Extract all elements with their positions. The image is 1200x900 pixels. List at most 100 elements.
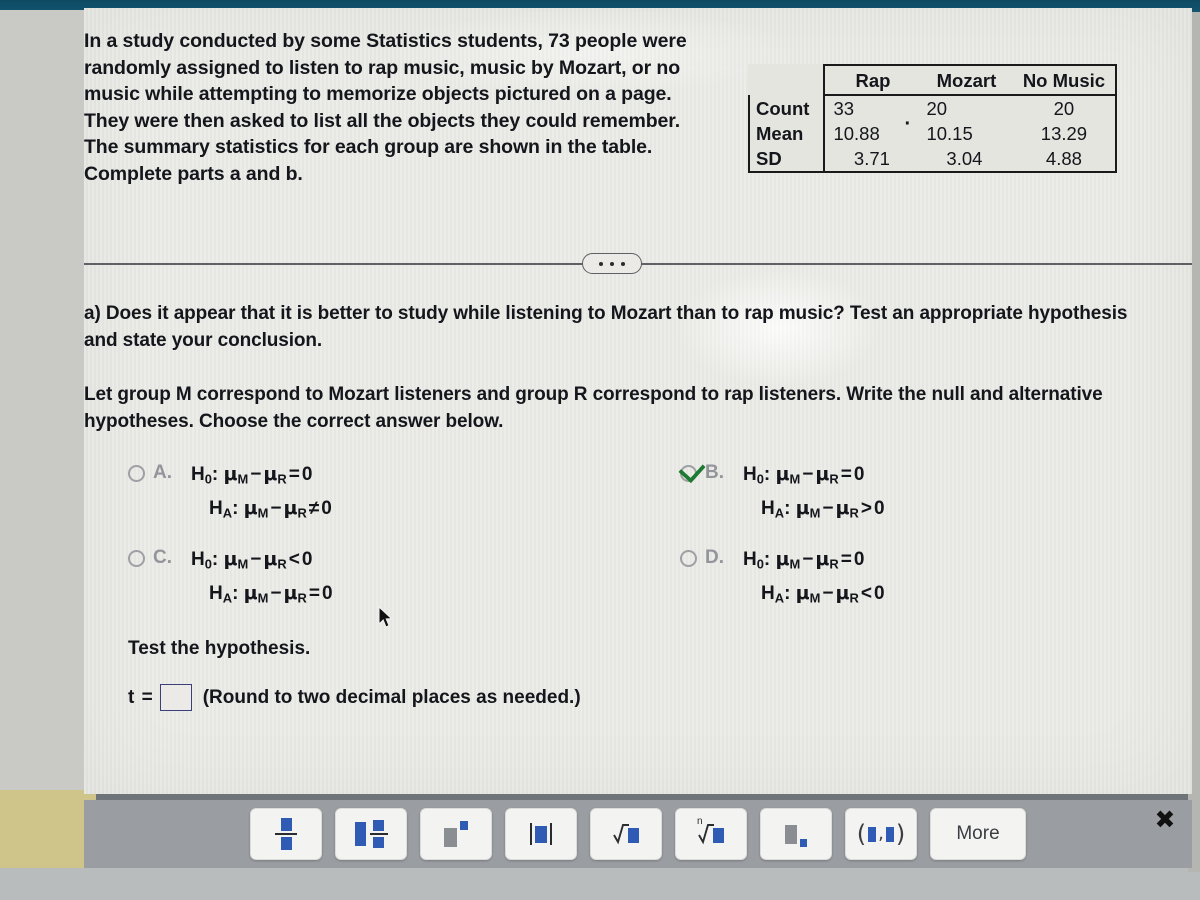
math-palette-band: n ( , ) More xyxy=(84,800,1192,868)
column-header-no-music: No Music xyxy=(1012,64,1118,96)
stem-line: They were then asked to list all the obj… xyxy=(84,109,681,132)
absolute-value-icon xyxy=(530,823,552,845)
cell-sd-no-music: 4.88 xyxy=(1012,146,1118,173)
table-header-row: Rap Mozart No Music xyxy=(749,64,1118,96)
choice-c-null: H0: μM − μR <0 xyxy=(191,548,313,572)
choice-option-d[interactable]: D. H0: μM − μR = 0 HA: μM − μR <0 xyxy=(680,545,1140,612)
cell-count-no-music: 20 xyxy=(1012,95,1118,121)
test-hypothesis-heading: Test the hypothesis. xyxy=(128,638,311,659)
choice-b-hypotheses: H0: μM − μR = 0 HA: μM − μR >0 xyxy=(743,460,885,527)
stem-line: music while attempting to memorize objec… xyxy=(84,83,672,105)
choice-row-top: A. H0: μM − μR = 0 HA: μM − μR ≠ 0 B. H0: μM − μR =… xyxy=(84,460,1192,527)
stem-line: In a study conducted by some Statistics … xyxy=(84,30,687,52)
radio-button-d[interactable] xyxy=(680,550,697,568)
cell-sd-mozart: 3.04 xyxy=(920,146,1013,173)
subscript-button[interactable] xyxy=(760,808,832,860)
radio-button-b[interactable] xyxy=(680,465,697,482)
t-statistic-row: t = (Round to two decimal places as need… xyxy=(128,684,581,711)
choice-option-a[interactable]: A. H0: μM − μR = 0 HA: μM − μR ≠ 0 xyxy=(84,460,680,527)
choice-letter-b: B. xyxy=(705,462,724,483)
choice-option-b[interactable]: B. H0: μM − μR = 0 HA: μM − μR >0 xyxy=(680,460,1140,527)
absolute-value-button[interactable] xyxy=(505,808,577,860)
column-header-rap: Rap xyxy=(823,64,921,96)
choice-d-alt: HA: μM − μR <0 xyxy=(761,581,885,606)
choice-c-alt: HA: μM − μR = 0 xyxy=(209,581,333,606)
ellipsis-dot xyxy=(599,261,603,266)
cell-sd-rap: 3.71 xyxy=(824,146,921,173)
fraction-button[interactable] xyxy=(250,808,322,860)
ordered-pair-icon: ( , ) xyxy=(856,820,906,848)
section-divider xyxy=(26,253,1192,275)
part-a-instruction-line2: hypotheses. Choose the correct answer be… xyxy=(84,411,504,432)
choice-row-bottom: C. H0: μM − μR <0 HA: μM − μR = 0 D. H0: μM − μR =… xyxy=(84,545,1192,612)
choice-a-null: H0: μM − μR = 0 xyxy=(191,463,313,487)
square-root-icon xyxy=(613,823,639,845)
rounding-note: (Round to two decimal places as needed.) xyxy=(202,686,581,708)
mouse-cursor xyxy=(378,605,394,635)
mixed-number-button[interactable] xyxy=(335,808,407,860)
choice-c-hypotheses: H0: μM − μR <0 HA: μM − μR = 0 xyxy=(191,545,333,612)
t-label: t = xyxy=(128,686,154,708)
fraction-icon xyxy=(275,818,297,850)
close-icon[interactable]: ✖ xyxy=(1152,806,1178,832)
exponent-button[interactable] xyxy=(420,808,492,860)
answer-choices: A. H0: μM − μR = 0 HA: μM − μR ≠ 0 B. H0: μM − μR =… xyxy=(84,460,1192,612)
radical-glyph xyxy=(613,824,629,845)
table-row-mean: Mean 10.88 10.15 13.29 xyxy=(747,121,1118,146)
table-row-count: Count 33 20 20 xyxy=(747,95,1118,136)
more-button[interactable]: More xyxy=(930,808,1026,860)
table-corner-cell xyxy=(749,65,824,95)
problem-statement: In a study conducted by some Statistics … xyxy=(40,28,700,187)
part-a-question-line2: and state your conclusion. xyxy=(84,330,323,351)
nth-root-button[interactable]: n xyxy=(675,808,747,860)
stem-line: Complete parts a and b. xyxy=(84,162,303,185)
cell-mean-mozart: 10.15 xyxy=(926,123,973,144)
choice-letter-a: A. xyxy=(153,462,172,483)
choice-b-alt: HA: μM − μR >0 xyxy=(761,496,885,521)
choice-d-hypotheses: H0: μM − μR = 0 HA: μM − μR <0 xyxy=(743,545,885,612)
more-button-label: More xyxy=(956,823,1000,844)
table-row-sd: SD 3.71 3.04 4.88 xyxy=(747,146,1118,173)
stem-line: The summary statistics for each group ar… xyxy=(84,136,653,158)
subscript-icon xyxy=(785,824,807,847)
stem-line: randomly assigned to listen to rap music… xyxy=(84,56,681,79)
row-label-mean: Mean xyxy=(747,121,826,146)
choice-letter-c: C. xyxy=(153,547,172,569)
desk-corner xyxy=(0,790,96,870)
row-label-count: Count xyxy=(747,95,826,121)
row-label-sd: SD xyxy=(747,146,826,173)
mixed-number-icon xyxy=(354,820,388,848)
choice-a-hypotheses: H0: μM − μR = 0 HA: μM − μR ≠ 0 xyxy=(191,460,332,527)
screen-bottom-edge xyxy=(0,868,1200,900)
math-palette-toolbar: n ( , ) More xyxy=(84,800,1192,868)
cell-count-mozart: 20 xyxy=(904,95,1012,136)
exponent-icon xyxy=(444,821,468,847)
choice-a-alt: HA: μM − μR ≠ 0 xyxy=(209,496,332,521)
photo-frame: In a study conducted by some Statistics … xyxy=(0,0,1200,900)
question-page: In a study conducted by some Statistics … xyxy=(84,8,1192,794)
summary-statistics-table: Rap Mozart No Music Count 33 20 20 Mean … xyxy=(747,64,1118,173)
nth-root-index: n xyxy=(697,816,703,827)
ellipsis-dot xyxy=(610,261,614,266)
column-header-mozart: Mozart xyxy=(920,64,1013,96)
part-a-instruction-line1: Let group M correspond to Mozart listene… xyxy=(84,384,1103,405)
page-content: In a study conducted by some Statistics … xyxy=(84,8,1192,794)
part-a-question-line1: a) Does it appear that it is better to s… xyxy=(84,303,1128,324)
nth-root-icon: n xyxy=(697,816,724,845)
radio-button-c[interactable] xyxy=(128,550,145,568)
t-value-input[interactable] xyxy=(159,684,192,711)
expand-ellipsis-button[interactable] xyxy=(582,253,642,274)
ellipsis-dot xyxy=(621,261,625,266)
cell-count-mozart-value: 20 xyxy=(926,98,948,119)
choice-b-null: H0: μM − μR = 0 xyxy=(743,463,865,487)
radio-button-a[interactable] xyxy=(128,465,145,482)
part-a-section: a) Does it appear that it is better to s… xyxy=(40,300,1200,435)
cell-mean-no-music: 13.29 xyxy=(1012,121,1118,146)
ordered-pair-button[interactable]: ( , ) xyxy=(845,808,917,860)
choice-option-c[interactable]: C. H0: μM − μR <0 HA: μM − μR = 0 xyxy=(84,545,680,612)
square-root-button[interactable] xyxy=(590,808,662,860)
choice-d-null: H0: μM − μR = 0 xyxy=(743,548,865,572)
choice-letter-d: D. xyxy=(705,547,724,569)
